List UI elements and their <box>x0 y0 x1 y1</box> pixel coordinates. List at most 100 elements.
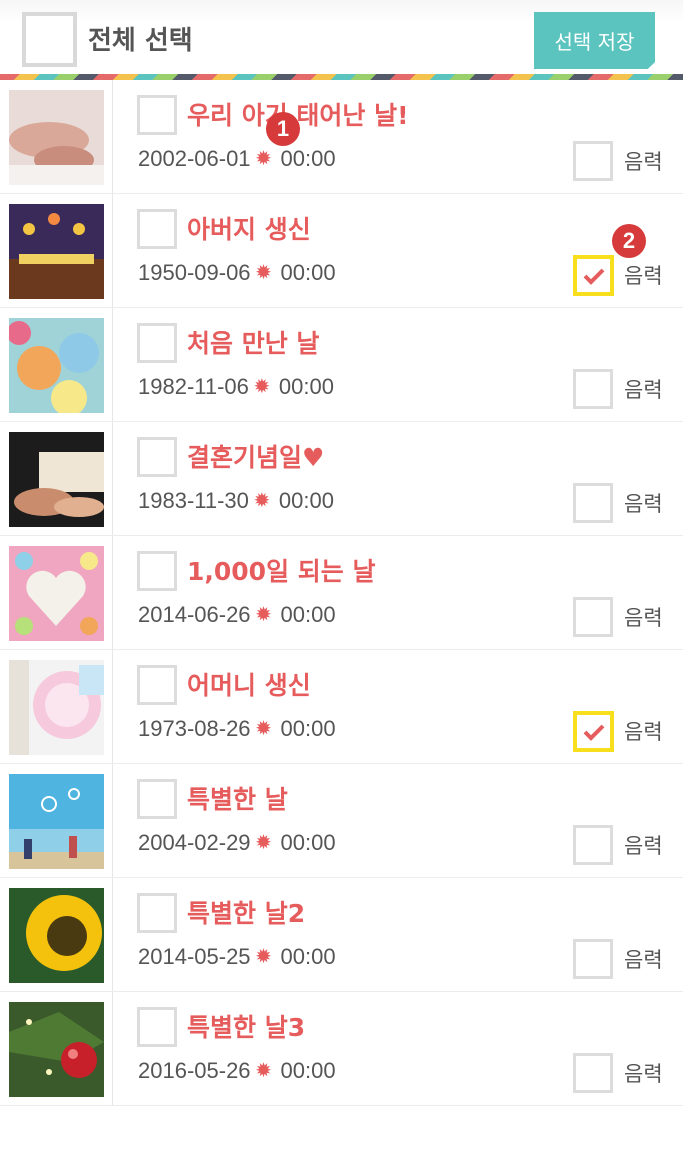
list-item[interactable]: 1,000일 되는 날 2014-06-26 ✹ 00:00 음력 <box>0 536 683 650</box>
lunar-label: 음력 <box>624 378 663 402</box>
lunar-label: 음력 <box>624 150 663 174</box>
select-all-label: 전체 선택 <box>88 26 193 56</box>
item-select-checkbox[interactable] <box>137 209 177 249</box>
item-time: 00:00 <box>278 488 334 513</box>
sunflower-photo <box>9 888 104 983</box>
list-item[interactable]: 특별한 날 2004-02-29 ✹ 00:00 음력 <box>0 764 683 878</box>
item-date-row[interactable]: 1950-09-06 ✹ 00:00 <box>138 260 336 286</box>
item-time: 00:00 <box>280 1058 336 1083</box>
lunar-label: 음력 <box>624 606 663 630</box>
lunar-checkbox[interactable] <box>573 141 613 181</box>
lunar-label: 음력 <box>624 948 663 972</box>
item-select-checkbox[interactable] <box>137 779 177 819</box>
gear-icon[interactable]: ✹ <box>253 262 275 284</box>
gear-icon[interactable]: ✹ <box>251 490 273 512</box>
item-date: 2014-05-25 <box>138 944 251 969</box>
gear-icon[interactable]: ✹ <box>251 376 273 398</box>
list-item[interactable]: 특별한 날2 2014-05-25 ✹ 00:00 음력 <box>0 878 683 992</box>
lunar-checkbox[interactable] <box>573 255 614 296</box>
gear-icon[interactable]: ✹ <box>253 946 275 968</box>
row-divider <box>112 422 113 535</box>
baby-hand-photo <box>9 90 104 185</box>
item-time: 00:00 <box>280 260 336 285</box>
item-title: 특별한 날2 <box>187 899 306 928</box>
item-time: 00:00 <box>280 830 336 855</box>
item-title: 1,000일 되는 날 <box>187 557 376 586</box>
row-divider <box>112 308 113 421</box>
lunar-label: 음력 <box>624 264 663 288</box>
checkmark-icon <box>583 268 604 285</box>
select-all-checkbox[interactable] <box>22 12 77 67</box>
item-title: 처음 만난 날 <box>187 329 320 358</box>
item-date-row[interactable]: 1983-11-30 ✹ 00:00 <box>138 488 334 514</box>
gear-icon[interactable]: ✹ <box>253 1060 275 1082</box>
item-date: 2004-02-29 <box>138 830 251 855</box>
birthday-balloon-photo <box>9 660 104 755</box>
save-selection-button[interactable]: 선택 저장 <box>534 12 655 69</box>
item-date-row[interactable]: 2014-06-26 ✹ 00:00 <box>138 602 336 628</box>
lunar-checkbox[interactable] <box>573 597 613 637</box>
annotation-marker-2: 2 <box>612 224 646 258</box>
lunar-checkbox[interactable] <box>573 939 613 979</box>
item-title: 특별한 날 <box>187 785 288 814</box>
item-date: 2002-06-01 <box>138 146 251 171</box>
item-time: 00:00 <box>278 374 334 399</box>
item-date: 1982-11-06 <box>138 374 249 399</box>
item-date: 2014-06-26 <box>138 602 251 627</box>
gear-icon[interactable]: ✹ <box>253 718 275 740</box>
item-date-row[interactable]: 1973-08-26 ✹ 00:00 <box>138 716 336 742</box>
item-date: 2016-05-26 <box>138 1058 251 1083</box>
item-select-checkbox[interactable] <box>137 437 177 477</box>
candy-hearts-photo <box>9 318 104 413</box>
item-time: 00:00 <box>280 146 336 171</box>
gear-icon[interactable]: ✹ <box>253 832 275 854</box>
item-date: 1983-11-30 <box>138 488 249 513</box>
item-date: 1973-08-26 <box>138 716 251 741</box>
item-time: 00:00 <box>280 716 336 741</box>
item-date-row[interactable]: 2002-06-01 ✹ 00:00 <box>138 146 336 172</box>
christmas-ornament-photo <box>9 1002 104 1097</box>
item-select-checkbox[interactable] <box>137 665 177 705</box>
item-time: 00:00 <box>280 602 336 627</box>
lunar-checkbox[interactable] <box>573 483 613 523</box>
item-select-checkbox[interactable] <box>137 95 177 135</box>
item-date-row[interactable]: 2014-05-25 ✹ 00:00 <box>138 944 336 970</box>
item-date-row[interactable]: 2016-05-26 ✹ 00:00 <box>138 1058 336 1084</box>
header-bar: 전체 선택 선택 저장 <box>0 0 683 76</box>
gear-icon[interactable]: ✹ <box>253 604 275 626</box>
wedding-hands-photo <box>9 432 104 527</box>
row-divider <box>112 878 113 991</box>
checkmark-icon <box>583 724 604 741</box>
lunar-checkbox[interactable] <box>573 1053 613 1093</box>
lunar-checkbox[interactable] <box>573 369 613 409</box>
row-divider <box>112 764 113 877</box>
item-select-checkbox[interactable] <box>137 323 177 363</box>
list-item[interactable]: 우리 아기 태어난 날! 2002-06-01 ✹ 00:00 음력 1 <box>0 80 683 194</box>
item-select-checkbox[interactable] <box>137 551 177 591</box>
item-date-row[interactable]: 2004-02-29 ✹ 00:00 <box>138 830 336 856</box>
row-divider <box>112 80 113 193</box>
row-divider <box>112 650 113 763</box>
lunar-label: 음력 <box>624 720 663 744</box>
list-item[interactable]: 처음 만난 날 1982-11-06 ✹ 00:00 음력 <box>0 308 683 422</box>
lunar-label: 음력 <box>624 492 663 516</box>
item-date-row[interactable]: 1982-11-06 ✹ 00:00 <box>138 374 334 400</box>
list-item[interactable]: 아버지 생신 1950-09-06 ✹ 00:00 음력 2 <box>0 194 683 308</box>
lunar-checkbox[interactable] <box>573 825 613 865</box>
gear-icon[interactable]: ✹ <box>253 148 275 170</box>
anniversary-list: 우리 아기 태어난 날! 2002-06-01 ✹ 00:00 음력 1 아버지 생… <box>0 80 683 1106</box>
list-item[interactable]: 결혼기념일♥ 1983-11-30 ✹ 00:00 음력 <box>0 422 683 536</box>
birthday-cake-photo <box>9 204 104 299</box>
row-divider <box>112 536 113 649</box>
item-title: 결혼기념일♥ <box>187 443 325 472</box>
list-item[interactable]: 특별한 날3 2016-05-26 ✹ 00:00 음력 <box>0 992 683 1106</box>
annotation-marker-1: 1 <box>266 112 300 146</box>
list-item[interactable]: 어머니 생신 1973-08-26 ✹ 00:00 음력 <box>0 650 683 764</box>
lunar-label: 음력 <box>624 1062 663 1086</box>
item-select-checkbox[interactable] <box>137 893 177 933</box>
beach-bubbles-photo <box>9 774 104 869</box>
lunar-checkbox[interactable] <box>573 711 614 752</box>
item-select-checkbox[interactable] <box>137 1007 177 1047</box>
item-date: 1950-09-06 <box>138 260 251 285</box>
item-time: 00:00 <box>280 944 336 969</box>
